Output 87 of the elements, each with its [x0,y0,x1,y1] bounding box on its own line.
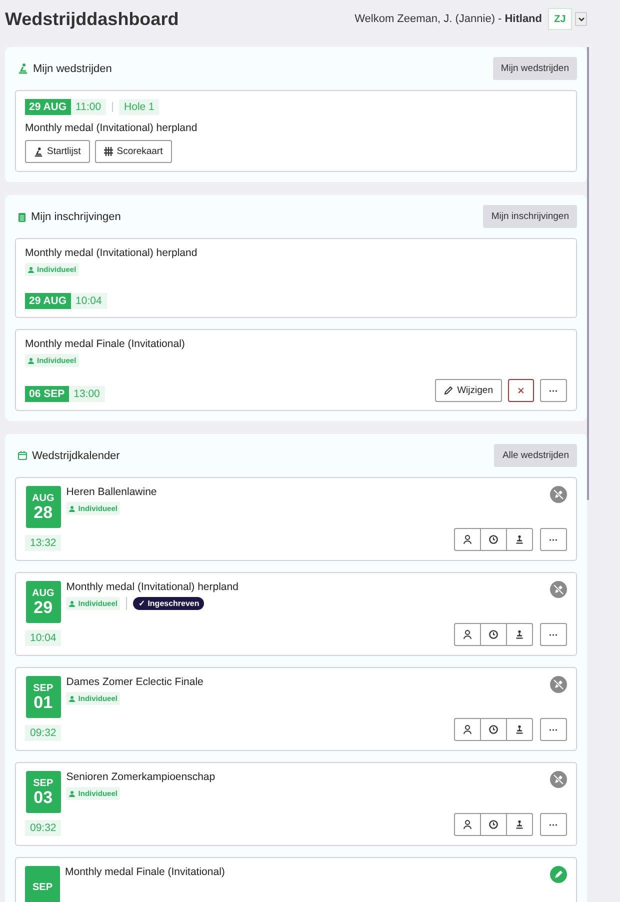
person-icon [463,820,472,829]
player-button[interactable] [454,718,481,741]
clock-button[interactable] [480,623,507,646]
start-list-button[interactable]: Startlijst [25,140,90,163]
golfer-icon [34,146,43,156]
panel-title: Mijn inschrijvingen [31,210,121,222]
entry-name: Monthly medal (Invitational) herpland [25,247,198,259]
person-icon [69,790,76,796]
event-name: Heren Ballenlawine [66,486,158,498]
panel-title: Wedstrijdkalender [32,450,120,462]
closed-status-icon [550,771,567,788]
my-matches-button[interactable]: Mijn wedstrijden [492,57,577,80]
clock-button[interactable] [480,528,507,551]
closed-status-icon [550,486,567,503]
entry-name: Monthly medal Finale (Invitational) [25,338,186,350]
date-tag: 29 AUG [25,99,71,115]
date-block: SEP [25,866,60,902]
start-list-button[interactable] [506,813,533,836]
event-name: Monthly medal Finale (Invitational) [65,866,226,878]
date-block: SEP 03 [26,771,61,813]
clock-icon [489,820,498,829]
more-button[interactable]: ··· [540,528,567,551]
hole-tag: Hole 1 [119,99,160,115]
person-icon [69,600,76,606]
dropdown-button[interactable] [575,12,587,26]
pencil-icon [444,386,454,395]
clock-button[interactable] [480,718,507,741]
person-icon [463,725,472,734]
clipboard-icon [18,212,26,222]
start-list-button[interactable] [506,718,533,741]
player-button[interactable] [454,623,481,646]
scrollbar-thumb[interactable] [587,47,589,500]
welcome-text: Welkom Zeeman, J. (Jannie) - [354,13,502,25]
caret-icon [578,16,584,22]
more-button[interactable]: ··· [540,718,567,741]
date-tag: 29 AUG [25,293,71,309]
person-icon [69,696,76,702]
golfer-icon [515,820,524,829]
match-name: Monthly medal (Invitational) herpland [25,122,198,134]
more-button[interactable]: ··· [540,813,567,836]
time-tag: 13:32 [25,535,62,551]
start-list-button[interactable] [506,528,533,551]
date-block: SEP 01 [26,676,61,718]
person-icon [28,358,34,364]
panel-title: Mijn wedstrijden [33,62,112,74]
clock-icon [489,725,498,734]
cancel-button[interactable]: ✕ [508,379,534,402]
all-matches-button[interactable]: Alle wedstrijden [494,444,577,467]
date-tag: 06 SEP [25,386,69,402]
edit-button[interactable]: Wijzigen [435,379,502,402]
registered-badge: ✓ Ingeschreven [133,597,204,610]
time-tag: 10:04 [25,630,62,646]
closed-status-icon [550,676,567,693]
clock-button[interactable] [480,813,507,836]
grid-icon [104,147,113,156]
time-tag: 13:00 [68,386,105,402]
person-icon [463,630,472,639]
more-button[interactable]: ··· [540,623,567,646]
my-entries-button[interactable]: Mijn inschrijvingen [483,205,577,228]
more-button[interactable]: ··· [540,379,567,402]
club-name: Hitland [504,13,542,25]
time-tag: 09:32 [25,725,62,741]
clock-icon [489,630,498,639]
event-name: Dames Zomer Eclectic Finale [66,676,204,688]
start-list-button[interactable] [506,623,533,646]
player-button[interactable] [454,813,481,836]
date-block: AUG 29 [26,581,61,623]
event-name: Senioren Zomerkampioenschap [66,771,216,783]
golfer-icon [515,725,524,734]
golfer-icon [515,535,524,544]
time-tag: 10:04 [70,293,107,309]
edit-status-icon [550,866,567,883]
time-tag: 09:32 [25,820,62,836]
closed-status-icon [550,581,567,598]
scorecard-button[interactable]: Scorekaart [94,140,172,163]
golfer-icon [18,63,28,74]
page-title: Wedstrijddashboard [5,8,179,30]
calendar-icon [18,451,27,460]
event-name: Monthly medal (Invitational) herpland [66,581,240,593]
player-button[interactable] [454,528,481,551]
time-tag: 11:00 [70,99,106,115]
person-icon [28,266,34,272]
golfer-icon [515,630,524,639]
clock-icon [489,535,498,544]
person-icon [69,506,76,512]
date-block: AUG 28 [26,486,61,528]
person-icon [463,535,472,544]
